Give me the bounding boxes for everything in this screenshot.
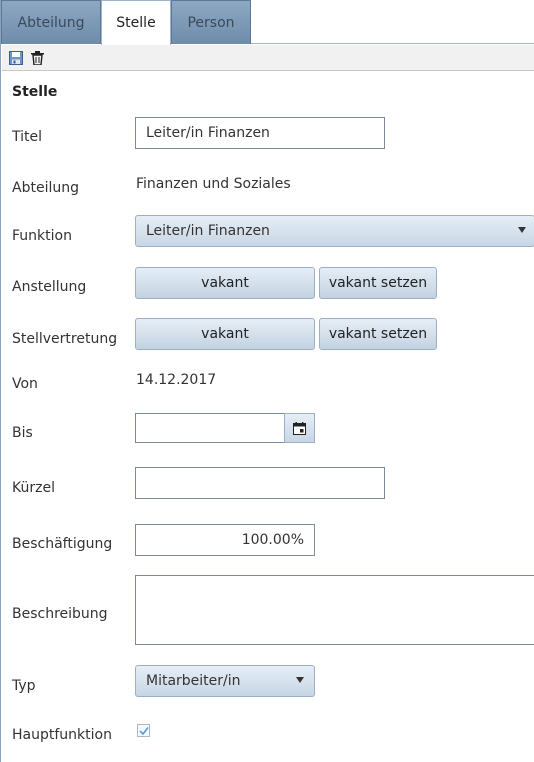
funktion-select-value: Leiter/in Finanzen bbox=[146, 223, 270, 239]
titel-input[interactable]: Leiter/in Finanzen bbox=[135, 117, 385, 149]
save-icon[interactable] bbox=[7, 49, 25, 67]
checkmark-icon bbox=[138, 726, 149, 735]
trash-icon[interactable] bbox=[28, 49, 46, 67]
abteilung-value: Finanzen und Soziales bbox=[136, 176, 291, 192]
anstellung-vakant-setzen-button[interactable]: vakant setzen bbox=[319, 267, 437, 299]
beschaeftigung-input[interactable]: 100.00% bbox=[135, 524, 315, 556]
tab-stelle[interactable]: Stelle bbox=[101, 0, 171, 45]
tab-bar: Abteilung Stelle Person bbox=[1, 0, 534, 45]
calendar-icon bbox=[293, 421, 306, 435]
typ-select-value: Mitarbeiter/in bbox=[146, 673, 241, 689]
kuerzel-input[interactable] bbox=[135, 467, 385, 499]
funktion-select[interactable]: Leiter/in Finanzen bbox=[135, 215, 534, 247]
stellvertretung-button[interactable]: vakant bbox=[135, 318, 315, 350]
tab-abteilung[interactable]: Abteilung bbox=[1, 0, 101, 44]
typ-select[interactable]: Mitarbeiter/in bbox=[135, 665, 315, 697]
von-label: Von bbox=[12, 376, 38, 392]
chevron-down-icon bbox=[296, 677, 304, 683]
typ-label: Typ bbox=[12, 678, 36, 694]
kuerzel-label: Kürzel bbox=[12, 480, 55, 496]
abteilung-label: Abteilung bbox=[12, 180, 79, 196]
funktion-label: Funktion bbox=[12, 228, 72, 244]
bis-date-input[interactable] bbox=[135, 413, 285, 443]
beschreibung-label: Beschreibung bbox=[12, 606, 108, 622]
calendar-button[interactable] bbox=[284, 413, 315, 443]
hauptfunktion-checkbox[interactable] bbox=[137, 724, 150, 737]
hauptfunktion-label: Hauptfunktion bbox=[12, 727, 112, 743]
von-value: 14.12.2017 bbox=[136, 372, 217, 388]
tab-person[interactable]: Person bbox=[171, 0, 251, 44]
titel-label: Titel bbox=[12, 129, 43, 145]
beschreibung-textarea[interactable] bbox=[135, 575, 534, 645]
beschaeftigung-label: Beschäftigung bbox=[12, 536, 113, 552]
bis-label: Bis bbox=[12, 425, 33, 441]
stellvertretung-vakant-setzen-button[interactable]: vakant setzen bbox=[319, 318, 437, 350]
chevron-down-icon bbox=[518, 227, 526, 233]
anstellung-button[interactable]: vakant bbox=[135, 267, 315, 299]
stellvertretung-label: Stellvertretung bbox=[12, 331, 118, 347]
toolbar bbox=[2, 45, 534, 71]
window-frame: Abteilung Stelle Person Stelle Titel Lei… bbox=[0, 0, 534, 762]
section-title: Stelle bbox=[12, 84, 58, 100]
anstellung-label: Anstellung bbox=[12, 279, 87, 295]
